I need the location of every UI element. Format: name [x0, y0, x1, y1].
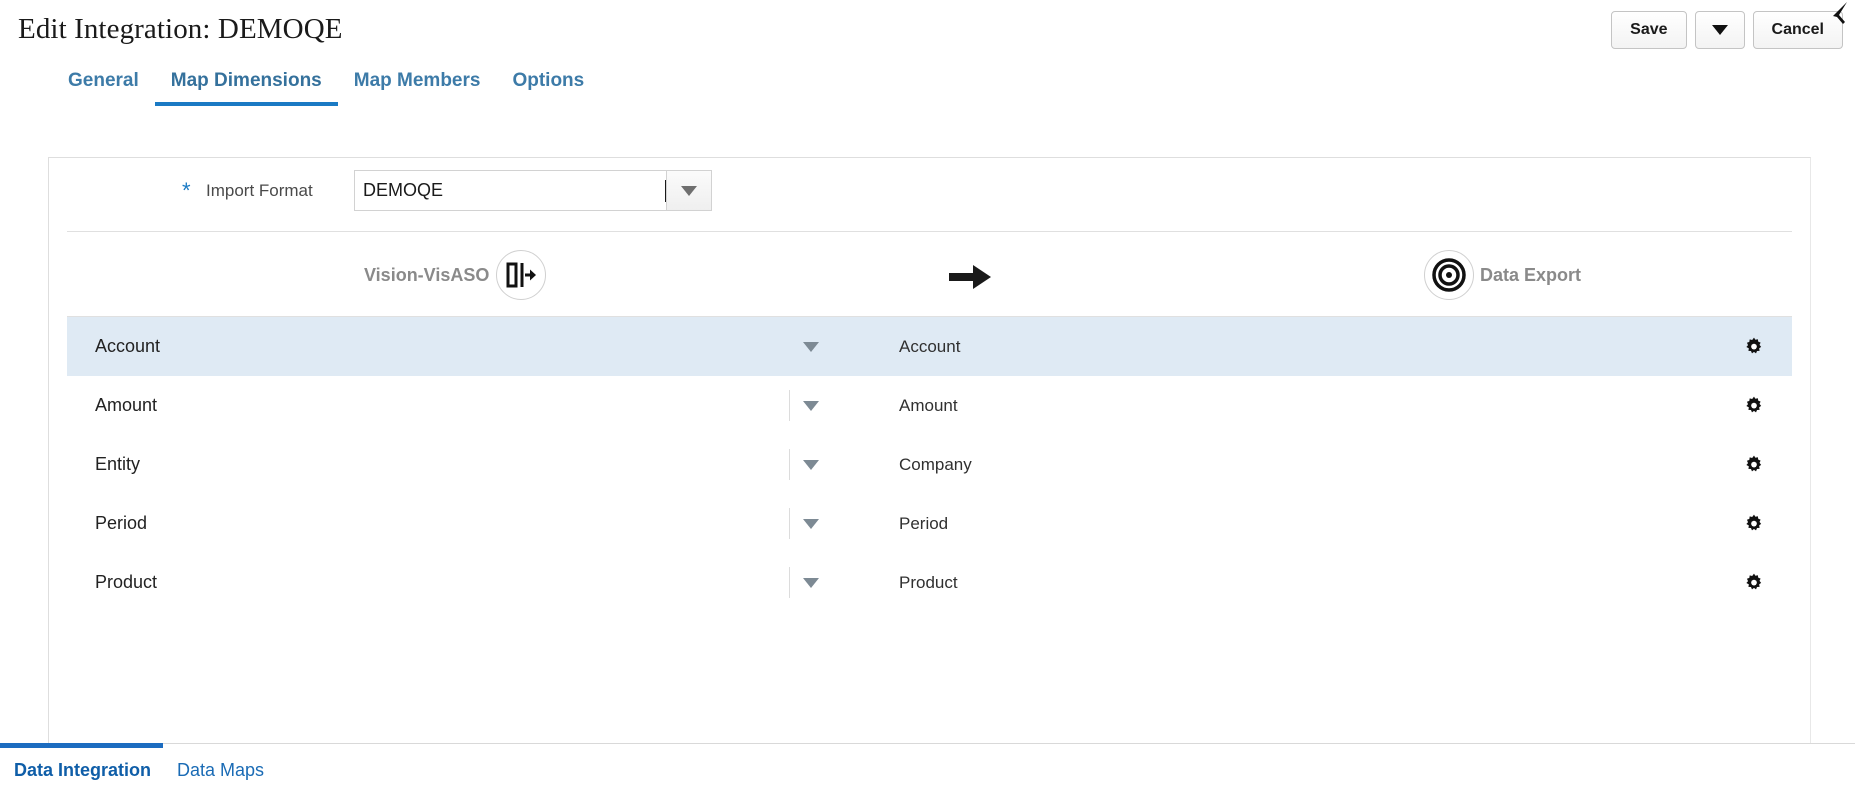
source-dimension-cell[interactable]: Account	[67, 317, 775, 376]
target-dimension-label: Account	[899, 337, 960, 357]
tab-map-dimensions[interactable]: Map Dimensions	[155, 66, 338, 106]
caret-down-icon	[803, 460, 819, 470]
target-dimension-label: Amount	[899, 396, 958, 416]
target-dimension-cell: Product	[847, 553, 1716, 612]
gear-icon	[1743, 513, 1765, 535]
cell-divider	[789, 567, 790, 598]
bottom-tab-bar: Data Integration Data Maps	[0, 743, 1855, 795]
table-row[interactable]: Product Product	[67, 553, 1792, 612]
cell-divider	[789, 390, 790, 421]
bottom-tab-data-maps[interactable]: Data Maps	[177, 744, 264, 796]
caret-down-icon	[803, 578, 819, 588]
tab-general[interactable]: General	[52, 66, 155, 106]
source-system-label: Vision-VisASO	[364, 265, 489, 286]
target-system-header: Data Export	[1424, 250, 1581, 300]
source-dimension-dropdown[interactable]	[775, 553, 847, 612]
source-dimension-dropdown[interactable]	[775, 317, 847, 376]
table-row[interactable]: Account Account	[67, 317, 1792, 376]
table-row[interactable]: Amount Amount	[67, 376, 1792, 435]
import-format-input[interactable]	[355, 171, 668, 210]
source-dimension-label: Entity	[95, 454, 140, 475]
row-settings-button[interactable]	[1716, 376, 1792, 435]
dimension-mapping-list: Account Account Amount	[67, 316, 1792, 612]
source-dimension-dropdown[interactable]	[775, 494, 847, 553]
gear-icon	[1743, 454, 1765, 476]
import-format-dropdown-button[interactable]	[666, 171, 711, 210]
map-dimensions-panel: * Import Format Vision-VisASO	[48, 157, 1811, 768]
source-dimension-cell[interactable]: Product	[67, 553, 775, 612]
table-row[interactable]: Entity Company	[67, 435, 1792, 494]
source-dimension-cell[interactable]: Amount	[67, 376, 775, 435]
tab-bar: General Map Dimensions Map Members Optio…	[0, 66, 1855, 118]
source-dimension-label: Amount	[95, 395, 157, 416]
caret-down-icon	[1712, 25, 1728, 35]
arrow-right-icon	[947, 262, 993, 297]
gear-icon	[1743, 336, 1765, 358]
row-settings-button[interactable]	[1716, 553, 1792, 612]
target-bullseye-icon	[1424, 250, 1474, 300]
tab-options[interactable]: Options	[496, 66, 600, 106]
target-dimension-label: Period	[899, 514, 948, 534]
header-actions: Save Cancel	[1611, 11, 1843, 49]
caret-down-icon	[681, 186, 697, 196]
source-system-header: Vision-VisASO	[364, 250, 546, 300]
page-title: Edit Integration: DEMOQE	[18, 13, 343, 46]
gear-icon	[1743, 395, 1765, 417]
source-dimension-dropdown[interactable]	[775, 435, 847, 494]
save-dropdown-button[interactable]	[1695, 11, 1745, 49]
source-dimension-cell[interactable]: Entity	[67, 435, 775, 494]
source-dimension-label: Period	[95, 513, 147, 534]
bottom-tab-data-integration[interactable]: Data Integration	[14, 744, 151, 796]
save-button[interactable]: Save	[1611, 11, 1686, 49]
required-marker: *	[182, 180, 191, 202]
source-dimension-cell[interactable]: Period	[67, 494, 775, 553]
caret-down-icon	[803, 401, 819, 411]
source-dimension-dropdown[interactable]	[775, 376, 847, 435]
source-dimension-label: Account	[95, 336, 160, 357]
cell-divider	[789, 449, 790, 480]
mapping-header: Vision-VisASO	[67, 231, 1792, 316]
target-dimension-cell: Period	[847, 494, 1716, 553]
import-format-field[interactable]	[354, 170, 712, 211]
import-format-row: * Import Format	[49, 158, 1810, 231]
target-dimension-cell: Account	[847, 317, 1716, 376]
caret-down-icon	[803, 342, 819, 352]
target-system-label: Data Export	[1480, 265, 1581, 286]
target-dimension-cell: Amount	[847, 376, 1716, 435]
import-format-label: Import Format	[206, 181, 313, 201]
target-dimension-cell: Company	[847, 435, 1716, 494]
target-dimension-label: Company	[899, 455, 972, 475]
source-export-icon	[496, 250, 546, 300]
source-dimension-label: Product	[95, 572, 157, 593]
target-dimension-label: Product	[899, 573, 958, 593]
caret-down-icon	[803, 519, 819, 529]
cell-divider	[789, 508, 790, 539]
row-settings-button[interactable]	[1716, 317, 1792, 376]
gear-icon	[1743, 572, 1765, 594]
table-row[interactable]: Period Period	[67, 494, 1792, 553]
cancel-button[interactable]: Cancel	[1753, 11, 1843, 49]
row-settings-button[interactable]	[1716, 494, 1792, 553]
tab-map-members[interactable]: Map Members	[338, 66, 497, 106]
page-header: Edit Integration: DEMOQE Save Cancel	[0, 0, 1855, 66]
row-settings-button[interactable]	[1716, 435, 1792, 494]
